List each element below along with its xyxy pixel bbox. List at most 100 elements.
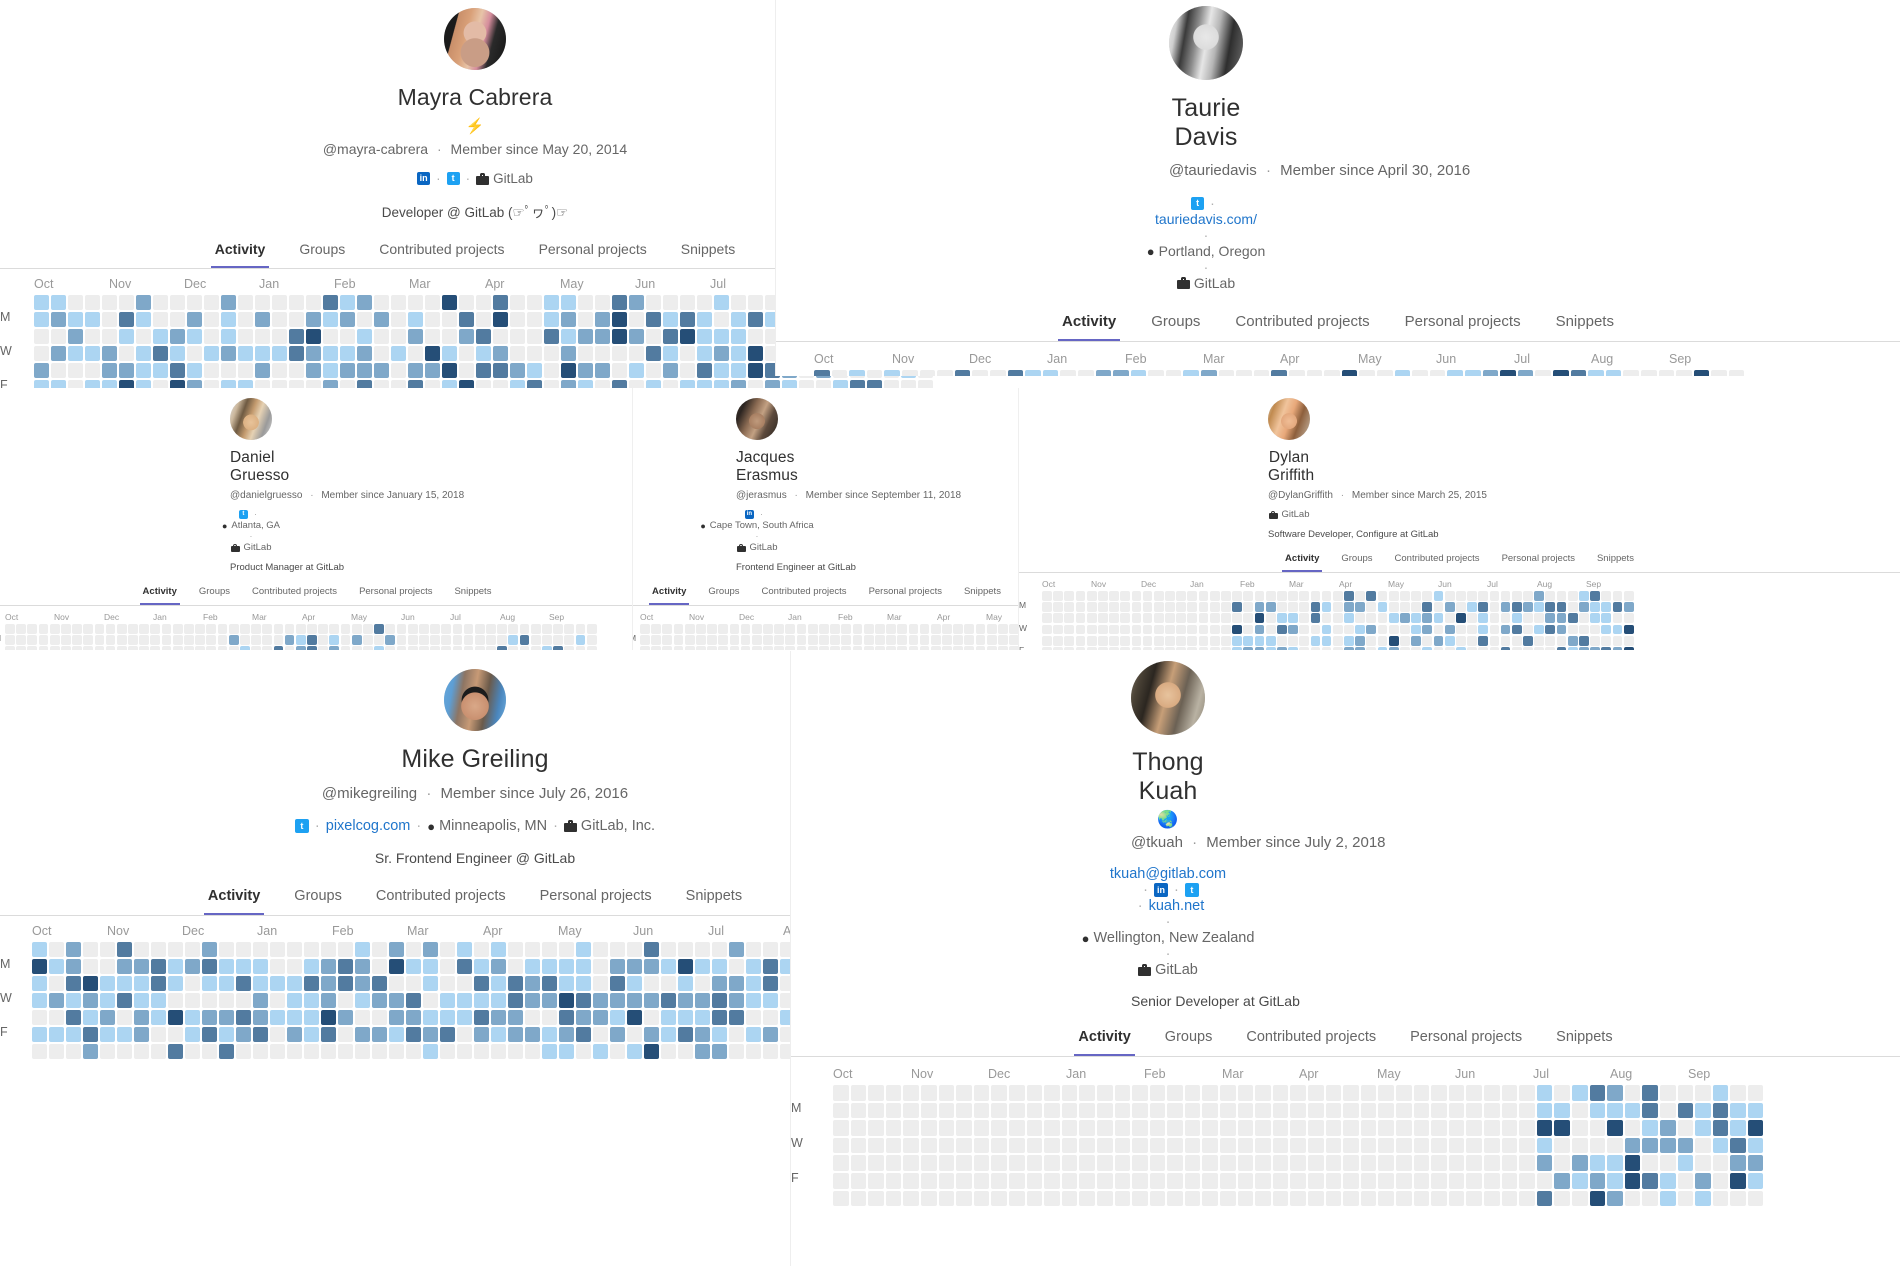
tab-groups[interactable]: Groups	[290, 888, 346, 915]
calendar-day-cell[interactable]	[1321, 591, 1332, 601]
calendar-day-cell[interactable]	[1265, 602, 1276, 612]
calendar-day-cell[interactable]	[1378, 1102, 1394, 1119]
calendar-day-cell[interactable]	[474, 942, 489, 957]
calendar-day-cell[interactable]	[491, 942, 506, 957]
calendar-day-cell[interactable]	[289, 346, 304, 361]
calendar-day-cell[interactable]	[1571, 1137, 1588, 1154]
calendar-day-cell[interactable]	[1325, 1190, 1342, 1207]
twitter-link[interactable]: t	[1184, 883, 1199, 897]
calendar-day-cell[interactable]	[510, 295, 525, 310]
calendar-day-cell[interactable]	[1623, 613, 1634, 624]
calendar-day-cell[interactable]	[1184, 1172, 1201, 1189]
calendar-day-cell[interactable]	[729, 1010, 744, 1025]
calendar-day-cell[interactable]	[697, 346, 712, 361]
calendar-day-cell[interactable]	[1221, 591, 1231, 601]
calendar-day-cell[interactable]	[1377, 646, 1388, 650]
calendar-day-cell[interactable]	[1677, 1155, 1694, 1171]
calendar-day-cell[interactable]	[559, 959, 574, 974]
calendar-day-cell[interactable]	[236, 959, 251, 974]
calendar-day-cell[interactable]	[1579, 613, 1589, 624]
calendar-day-cell[interactable]	[542, 976, 557, 991]
calendar-day-cell[interactable]	[1176, 624, 1187, 635]
calendar-day-cell[interactable]	[497, 635, 508, 645]
calendar-day-cell[interactable]	[306, 380, 321, 388]
calendar-day-cell[interactable]	[1579, 591, 1589, 601]
calendar-day-cell[interactable]	[1552, 370, 1569, 376]
calendar-day-cell[interactable]	[525, 976, 540, 991]
calendar-day-cell[interactable]	[796, 624, 807, 634]
calendar-day-cell[interactable]	[1642, 1155, 1658, 1171]
calendar-day-cell[interactable]	[66, 1044, 81, 1059]
calendar-day-cell[interactable]	[408, 312, 423, 327]
calendar-day-cell[interactable]	[746, 993, 761, 1008]
calendar-day-cell[interactable]	[1711, 370, 1727, 376]
calendar-day-cell[interactable]	[575, 635, 586, 645]
calendar-day-cell[interactable]	[1730, 1102, 1746, 1119]
calendar-day-cell[interactable]	[508, 976, 523, 991]
calendar-day-cell[interactable]	[1501, 1120, 1518, 1136]
calendar-day-cell[interactable]	[49, 1044, 64, 1059]
calendar-day-cell[interactable]	[1712, 1172, 1729, 1189]
calendar-day-cell[interactable]	[593, 993, 608, 1008]
calendar-day-cell[interactable]	[1008, 1190, 1025, 1207]
calendar-day-cell[interactable]	[1607, 1102, 1623, 1119]
calendar-day-cell[interactable]	[236, 976, 251, 991]
calendar-day-cell[interactable]	[1431, 1085, 1447, 1101]
calendar-day-cell[interactable]	[612, 295, 627, 310]
calendar-day-cell[interactable]	[1079, 1102, 1095, 1119]
calendar-day-cell[interactable]	[833, 380, 848, 388]
calendar-day-cell[interactable]	[1483, 1172, 1500, 1189]
calendar-day-cell[interactable]	[1534, 591, 1545, 601]
calendar-day-cell[interactable]	[748, 363, 763, 378]
calendar-day-cell[interactable]	[807, 646, 818, 650]
calendar-day-cell[interactable]	[1571, 1172, 1588, 1189]
calendar-day-cell[interactable]	[998, 624, 1008, 634]
calendar-day-cell[interactable]	[1220, 1137, 1236, 1154]
calendar-day-cell[interactable]	[270, 1010, 285, 1025]
calendar-day-cell[interactable]	[695, 646, 706, 650]
calendar-day-cell[interactable]	[1079, 1190, 1095, 1207]
calendar-day-cell[interactable]	[1624, 1137, 1641, 1154]
calendar-day-cell[interactable]	[1132, 1137, 1148, 1154]
calendar-day-cell[interactable]	[1556, 591, 1567, 601]
calendar-day-cell[interactable]	[340, 646, 351, 650]
calendar-day-cell[interactable]	[885, 1085, 902, 1101]
tab-groups[interactable]: Groups	[196, 586, 233, 605]
calendar-day-cell[interactable]	[1411, 591, 1421, 601]
calendar-day-cell[interactable]	[661, 1044, 676, 1059]
calendar-day-cell[interactable]	[714, 363, 729, 378]
calendar-day-cell[interactable]	[1142, 646, 1153, 650]
calendar-day-cell[interactable]	[219, 1027, 234, 1042]
calendar-day-cell[interactable]	[695, 942, 710, 957]
calendar-day-cell[interactable]	[1165, 613, 1175, 624]
calendar-day-cell[interactable]	[1132, 1102, 1148, 1119]
calendar-day-cell[interactable]	[1545, 646, 1556, 650]
calendar-day-cell[interactable]	[527, 363, 542, 378]
calendar-day-cell[interactable]	[452, 624, 463, 634]
calendar-day-cell[interactable]	[389, 1027, 404, 1042]
calendar-day-cell[interactable]	[49, 976, 64, 991]
calendar-day-cell[interactable]	[561, 363, 576, 378]
calendar-day-cell[interactable]	[1489, 613, 1500, 624]
calendar-day-cell[interactable]	[204, 312, 219, 327]
calendar-day-cell[interactable]	[1567, 591, 1578, 601]
calendar-day-cell[interactable]	[1601, 635, 1612, 646]
calendar-day-cell[interactable]	[1153, 646, 1164, 650]
calendar-day-cell[interactable]	[49, 624, 60, 634]
calendar-day-cell[interactable]	[1096, 1172, 1113, 1189]
calendar-day-cell[interactable]	[678, 993, 693, 1008]
calendar-day-cell[interactable]	[374, 635, 384, 645]
calendar-day-cell[interactable]	[1254, 635, 1265, 646]
calendar-day-cell[interactable]	[459, 380, 474, 388]
calendar-day-cell[interactable]	[1232, 591, 1242, 601]
calendar-day-cell[interactable]	[1044, 1102, 1060, 1119]
calendar-day-cell[interactable]	[68, 363, 83, 378]
calendar-day-cell[interactable]	[459, 295, 474, 310]
calendar-day-cell[interactable]	[440, 1027, 455, 1042]
calendar-day-cell[interactable]	[170, 380, 185, 388]
tab-activity[interactable]: Activity	[203, 888, 265, 915]
calendar-day-cell[interactable]	[1109, 591, 1119, 601]
calendar-day-cell[interactable]	[1534, 624, 1545, 635]
calendar-day-cell[interactable]	[1413, 1085, 1430, 1101]
calendar-day-cell[interactable]	[814, 370, 830, 376]
